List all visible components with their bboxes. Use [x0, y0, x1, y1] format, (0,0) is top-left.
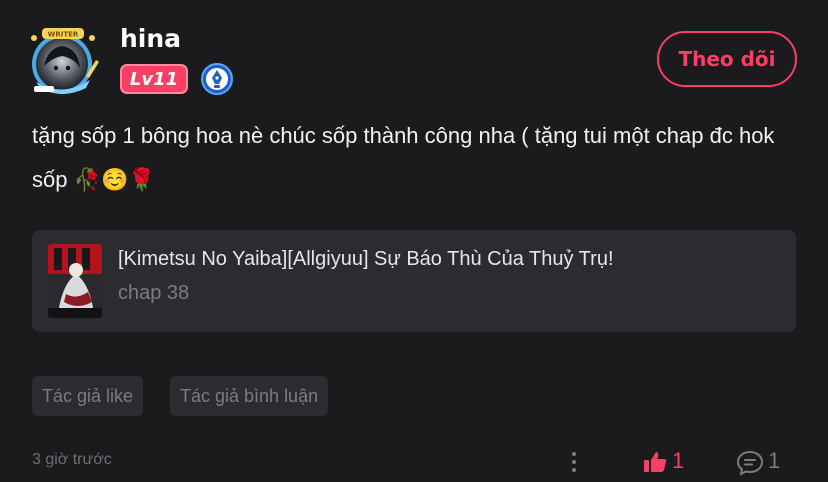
pen-nib-icon [200, 62, 234, 96]
follow-button[interactable]: Theo dõi [657, 31, 797, 87]
avatar-frame-icon: WRITER [31, 28, 99, 94]
username[interactable]: hina [120, 24, 181, 53]
thumbs-up-icon[interactable] [642, 449, 668, 475]
more-vertical-icon[interactable] [566, 450, 582, 474]
comment-text: tặng sốp 1 bông hoa nè chúc sốp thành cô… [32, 114, 802, 202]
tag-author-replied: Tác giả bình luận [170, 376, 329, 416]
like-count: 1 [672, 448, 685, 473]
avatar[interactable]: WRITER [26, 26, 100, 96]
svg-text:WRITER: WRITER [48, 31, 79, 39]
chapter-number: chap 38 [118, 282, 190, 304]
comment-timestamp: 3 giờ trước [32, 451, 112, 468]
chapter-card[interactable]: [Kimetsu No Yaiba][Allgiyuu] Sự Báo Thù … [32, 230, 796, 332]
tag-author-liked: Tác giả like [32, 376, 144, 416]
chapter-cover-image [48, 244, 102, 318]
reply-count: 1 [768, 448, 781, 473]
comment-emojis: 🥀☺️🌹 [73, 167, 156, 192]
comment-bubble-icon[interactable] [736, 449, 764, 477]
chapter-story-title[interactable]: [Kimetsu No Yaiba][Allgiyuu] Sự Báo Thù … [118, 248, 614, 271]
level-badge: Lv11 [120, 64, 188, 94]
